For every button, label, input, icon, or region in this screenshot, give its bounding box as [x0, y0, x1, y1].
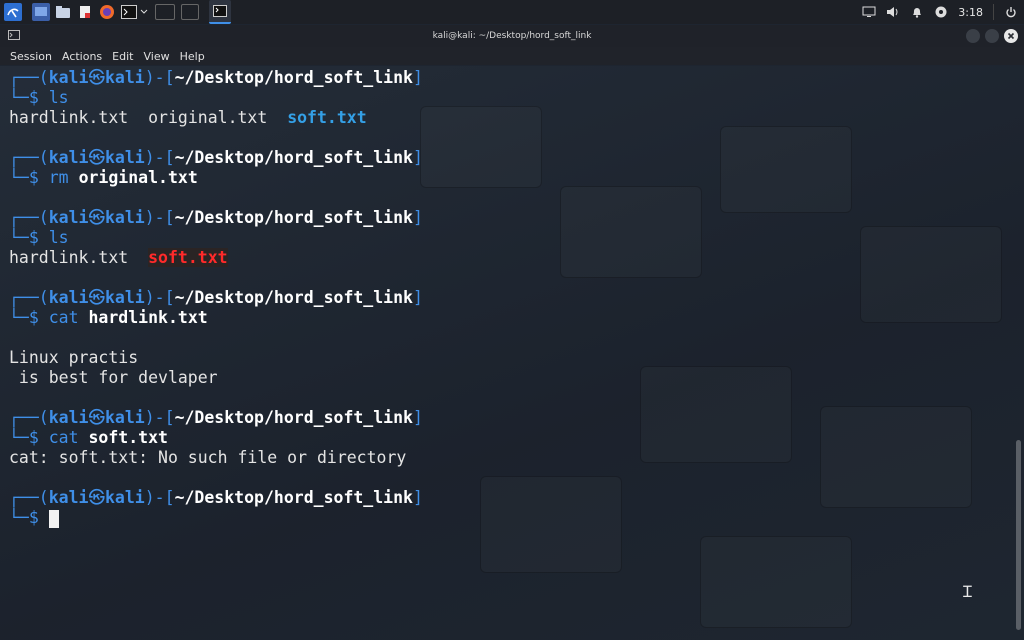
input-line[interactable]: └─$ — [9, 508, 423, 528]
output-line: hardlink.txt original.txt soft.txt — [9, 108, 367, 127]
output-line: hardlink.txt soft.txt — [9, 248, 228, 267]
background-decoration — [480, 476, 622, 573]
prompt-line: ┌──(kali㉿kali)-[~/Desktop/hord_soft_link… — [9, 208, 423, 227]
menu-session[interactable]: Session — [10, 50, 52, 63]
background-decoration — [700, 536, 852, 628]
command-line: └─$ ls — [9, 88, 69, 107]
output-line: Linux practis — [9, 348, 139, 367]
menu-edit[interactable]: Edit — [112, 50, 133, 63]
minimize-button[interactable] — [966, 29, 980, 43]
terminal-area[interactable]: ┌──(kali㉿kali)-[~/Desktop/hord_soft_link… — [0, 66, 1024, 640]
close-button[interactable] — [1004, 29, 1018, 43]
background-decoration — [820, 406, 972, 508]
menu-bar: Session Actions Edit View Help — [0, 47, 1024, 65]
network-icon[interactable] — [934, 5, 948, 19]
prompt-line: ┌──(kali㉿kali)-[~/Desktop/hord_soft_link… — [9, 288, 423, 307]
display-icon[interactable] — [862, 5, 876, 19]
mouse-ibeam-cursor-icon: Ɪ — [963, 582, 972, 601]
workspace-2[interactable] — [181, 4, 199, 20]
prompt-line: ┌──(kali㉿kali)-[~/Desktop/hord_soft_link… — [9, 148, 423, 167]
background-decoration — [420, 106, 542, 188]
chevron-down-icon[interactable] — [139, 3, 149, 21]
command-line: └─$ rm original.txt — [9, 168, 198, 187]
menu-view[interactable]: View — [143, 50, 169, 63]
command-line: └─$ cat hardlink.txt — [9, 308, 208, 327]
background-decoration — [640, 366, 792, 463]
volume-icon[interactable] — [886, 5, 900, 19]
menu-help[interactable]: Help — [180, 50, 205, 63]
firefox-icon[interactable] — [98, 3, 116, 21]
menu-actions[interactable]: Actions — [62, 50, 102, 63]
text-cursor — [48, 509, 59, 528]
prompt-line: ┌──(kali㉿kali)-[~/Desktop/hord_soft_link… — [9, 68, 423, 87]
window-titlebar[interactable]: kali@kali: ~/Desktop/hord_soft_link — [0, 25, 1024, 47]
file-manager-icon[interactable] — [54, 3, 72, 21]
notification-bell-icon[interactable] — [910, 5, 924, 19]
power-icon[interactable] — [1004, 5, 1018, 19]
scrollbar[interactable] — [1016, 440, 1021, 630]
separator — [993, 4, 994, 20]
command-line: └─$ ls — [9, 228, 69, 247]
text-editor-icon[interactable] — [76, 3, 94, 21]
maximize-button[interactable] — [985, 29, 999, 43]
prompt-line: ┌──(kali㉿kali)-[~/Desktop/hord_soft_link… — [9, 408, 423, 427]
prompt-line: ┌──(kali㉿kali)-[~/Desktop/hord_soft_link… — [9, 488, 423, 507]
error-line: cat: soft.txt: No such file or directory — [9, 448, 407, 467]
background-decoration — [860, 226, 1002, 323]
terminal-icon[interactable] — [120, 3, 138, 21]
workspace-1[interactable] — [155, 4, 175, 20]
top-panel: 3:18 — [0, 0, 1024, 24]
command-line: └─$ cat soft.txt — [9, 428, 168, 447]
clock[interactable]: 3:18 — [958, 6, 983, 19]
window-title: kali@kali: ~/Desktop/hord_soft_link — [432, 31, 592, 41]
kali-menu-icon[interactable] — [4, 3, 22, 21]
show-desktop-icon[interactable] — [32, 3, 50, 21]
background-decoration — [560, 186, 702, 278]
terminal-output: ┌──(kali㉿kali)-[~/Desktop/hord_soft_link… — [9, 68, 423, 528]
taskbar-terminal-window[interactable] — [209, 0, 231, 24]
output-line: is best for devlaper — [9, 368, 218, 387]
background-decoration — [720, 126, 852, 213]
